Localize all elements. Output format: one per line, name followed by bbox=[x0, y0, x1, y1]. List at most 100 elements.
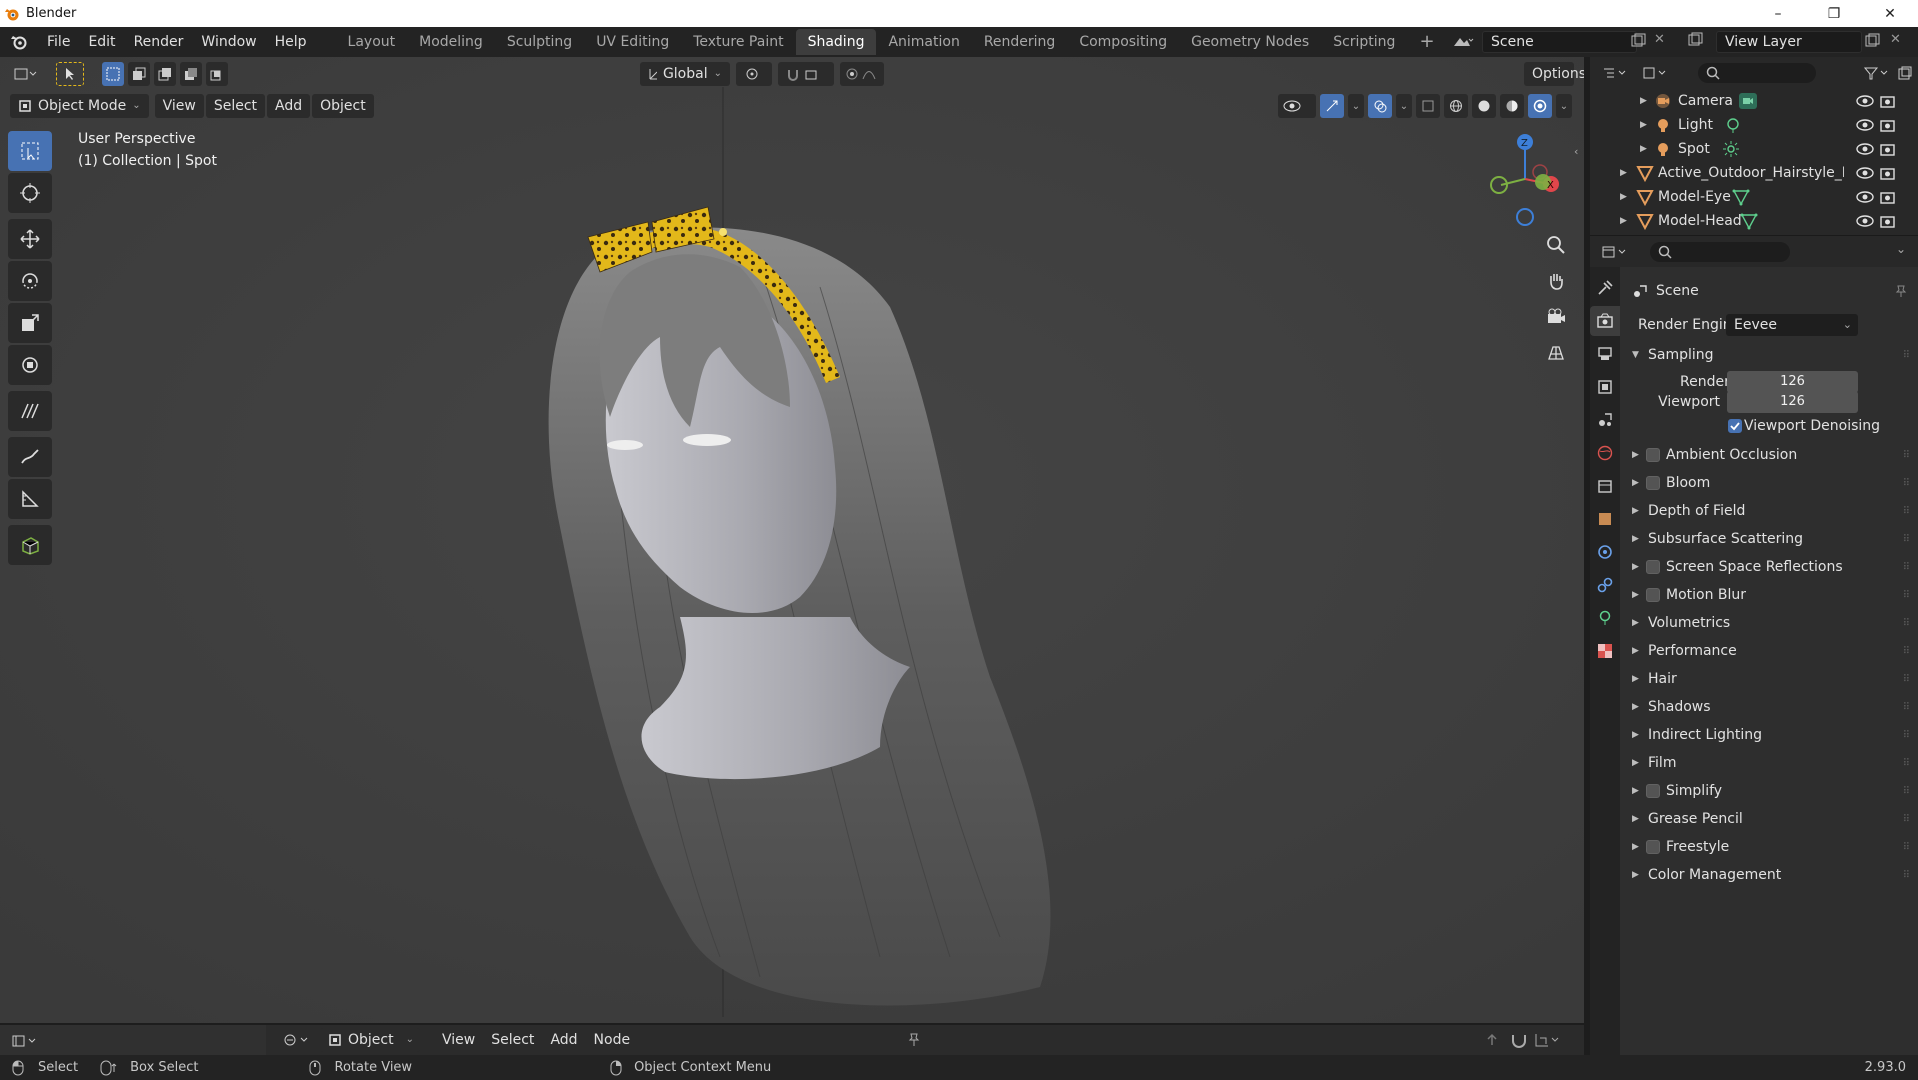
close-window-button[interactable]: ✕ bbox=[1862, 0, 1918, 27]
scene-name-field[interactable]: Scene bbox=[1482, 31, 1637, 53]
scale-tool-icon[interactable] bbox=[8, 303, 52, 343]
blender-menu-icon[interactable] bbox=[0, 27, 38, 57]
tab-layout[interactable]: Layout bbox=[336, 29, 408, 55]
render-camera-icon[interactable] bbox=[1880, 118, 1896, 132]
cursor-tool-icon[interactable] bbox=[8, 173, 52, 213]
properties-search-input[interactable] bbox=[1650, 242, 1790, 262]
visibility-eye-icon[interactable] bbox=[1856, 166, 1874, 180]
ambient-occlusion-checkbox[interactable] bbox=[1646, 448, 1660, 462]
visibility-eye-icon[interactable] bbox=[1278, 94, 1316, 118]
panel-volumetrics[interactable]: ▶ Volumetrics ⠿ bbox=[1620, 611, 1918, 635]
freestyle-checkbox[interactable] bbox=[1646, 840, 1660, 854]
expand-arrow-icon[interactable]: ▶ bbox=[1632, 534, 1639, 544]
pin-icon[interactable] bbox=[906, 1032, 922, 1048]
drag-handle-icon[interactable]: ⠿ bbox=[1903, 590, 1910, 601]
expand-arrow-icon[interactable]: ▶ bbox=[1632, 786, 1639, 796]
gizmo-toggle-icon[interactable] bbox=[1320, 94, 1344, 118]
drag-handle-icon[interactable]: ⠿ bbox=[1903, 814, 1910, 825]
zoom-magnifier-icon[interactable] bbox=[1541, 230, 1571, 260]
chevron-down-icon[interactable]: ⌄ bbox=[1396, 94, 1412, 118]
panel-simplify[interactable]: ▶ Simplify ⠿ bbox=[1620, 779, 1918, 803]
display-mode-icon[interactable] bbox=[1638, 61, 1672, 85]
view-layer-field[interactable]: View Layer bbox=[1716, 31, 1862, 53]
outliner-row-light[interactable]: ▶ Light bbox=[1590, 113, 1918, 137]
viewport-scene[interactable]: Z X bbox=[0, 57, 1584, 1023]
expand-arrow-icon[interactable]: ▶ bbox=[1632, 842, 1639, 852]
expand-arrow-icon[interactable]: ▶ bbox=[1632, 618, 1639, 628]
shader-menu-select[interactable]: Select bbox=[483, 1028, 542, 1052]
tab-modeling[interactable]: Modeling bbox=[407, 29, 495, 55]
tab-compositing[interactable]: Compositing bbox=[1067, 29, 1179, 55]
visibility-eye-icon[interactable] bbox=[1856, 94, 1874, 108]
add-cube-tool-icon[interactable] bbox=[8, 525, 52, 565]
screen-space-reflections-checkbox[interactable] bbox=[1646, 560, 1660, 574]
new-view-layer-icon[interactable] bbox=[1864, 33, 1884, 51]
tab-animation[interactable]: Animation bbox=[876, 29, 971, 55]
viewport-menu-view[interactable]: View bbox=[154, 94, 204, 118]
visibility-eye-icon[interactable] bbox=[1856, 118, 1874, 132]
panel-motion-blur[interactable]: ▶ Motion Blur ⠿ bbox=[1620, 583, 1918, 607]
expand-arrow-icon[interactable]: ▶ bbox=[1632, 590, 1639, 600]
shader-editor-type-icon[interactable] bbox=[280, 1028, 314, 1052]
visibility-eye-icon[interactable] bbox=[1856, 190, 1874, 204]
object-data-tab-icon[interactable] bbox=[1590, 603, 1620, 633]
drag-handle-icon[interactable]: ⠿ bbox=[1903, 506, 1910, 517]
drag-handle-icon[interactable]: ⠿ bbox=[1903, 702, 1910, 713]
tool-tab-icon[interactable] bbox=[1590, 273, 1620, 303]
panel-bloom[interactable]: ▶ Bloom ⠿ bbox=[1620, 471, 1918, 495]
mode-extend-icon[interactable] bbox=[128, 62, 150, 86]
expand-arrow-icon[interactable]: ▶ bbox=[1632, 562, 1639, 572]
proportional-editing-icon[interactable] bbox=[840, 62, 884, 86]
output-tab-icon[interactable] bbox=[1590, 339, 1620, 369]
orthographic-grid-icon[interactable] bbox=[1541, 338, 1571, 368]
mode-set-icon[interactable] bbox=[102, 62, 124, 86]
drag-handle-icon[interactable]: ⠿ bbox=[1903, 842, 1910, 853]
render-camera-icon[interactable] bbox=[1880, 190, 1896, 204]
select-tool-icon[interactable] bbox=[56, 62, 84, 86]
outliner-row-hairstyle[interactable]: ▶ Active_Outdoor_Hairstyle_Lc bbox=[1590, 161, 1918, 185]
chevron-down-icon[interactable]: ⌄ bbox=[1556, 94, 1572, 118]
camera-view-icon[interactable] bbox=[1541, 302, 1571, 332]
panel-grease-pencil[interactable]: ▶ Grease Pencil ⠿ bbox=[1620, 807, 1918, 831]
drag-handle-icon[interactable]: ⠿ bbox=[1903, 350, 1910, 361]
delete-scene-icon[interactable]: ✕ bbox=[1654, 32, 1665, 47]
outliner-row-model-eye[interactable]: ▶ Model-Eye bbox=[1590, 185, 1918, 209]
shader-menu-add[interactable]: Add bbox=[542, 1028, 585, 1052]
viewport-menu-add[interactable]: Add bbox=[267, 94, 311, 118]
drag-handle-icon[interactable]: ⠿ bbox=[1903, 730, 1910, 741]
3d-viewport[interactable]: Z X Global ⌄ Options Object Mode ⌄ View … bbox=[0, 57, 1584, 1023]
render-camera-icon[interactable] bbox=[1880, 94, 1896, 108]
expand-arrow-icon[interactable]: ▶ bbox=[1632, 814, 1639, 824]
menu-edit[interactable]: Edit bbox=[79, 27, 124, 57]
pivot-point-icon[interactable] bbox=[736, 62, 772, 86]
add-workspace-icon[interactable]: + bbox=[1407, 29, 1446, 55]
render-camera-icon[interactable] bbox=[1880, 166, 1896, 180]
collapse-arrow-icon[interactable]: ▼ bbox=[1632, 350, 1639, 360]
drag-handle-icon[interactable]: ⠿ bbox=[1903, 562, 1910, 573]
tab-geometry-nodes[interactable]: Geometry Nodes bbox=[1179, 29, 1321, 55]
viewport-menu-select[interactable]: Select bbox=[205, 94, 266, 118]
expand-arrow-icon[interactable]: ▶ bbox=[1632, 646, 1639, 656]
shader-menu-node[interactable]: Node bbox=[586, 1028, 639, 1052]
hair-comb-tool-icon[interactable] bbox=[8, 391, 52, 431]
expand-arrow-icon[interactable]: ▶ bbox=[1632, 702, 1639, 712]
mode-intersect-icon[interactable] bbox=[206, 62, 228, 86]
expand-arrow-icon[interactable]: ▶ bbox=[1632, 758, 1639, 768]
bloom-checkbox[interactable] bbox=[1646, 476, 1660, 490]
render-camera-icon[interactable] bbox=[1880, 142, 1896, 156]
expand-arrow-icon[interactable]: ▶ bbox=[1640, 144, 1647, 154]
menu-file[interactable]: File bbox=[38, 27, 79, 57]
scene-selector-icon[interactable] bbox=[1448, 31, 1478, 53]
tab-rendering[interactable]: Rendering bbox=[972, 29, 1068, 55]
motion-blur-checkbox[interactable] bbox=[1646, 588, 1660, 602]
viewport-denoising-checkbox[interactable] bbox=[1728, 419, 1742, 433]
mode-difference-icon[interactable] bbox=[180, 62, 202, 86]
object-tab-icon[interactable] bbox=[1590, 504, 1620, 534]
panel-shadows[interactable]: ▶ Shadows ⠿ bbox=[1620, 695, 1918, 719]
transform-orientation-dropdown[interactable]: Global ⌄ bbox=[640, 62, 730, 86]
viewport-samples-field[interactable]: 126 bbox=[1727, 391, 1858, 413]
outliner-editor-type-icon[interactable] bbox=[1598, 61, 1632, 85]
outliner-search-input[interactable] bbox=[1698, 63, 1816, 83]
chevron-down-icon[interactable]: ⌄ bbox=[1348, 94, 1364, 118]
shader-menu-view[interactable]: View bbox=[434, 1028, 483, 1052]
